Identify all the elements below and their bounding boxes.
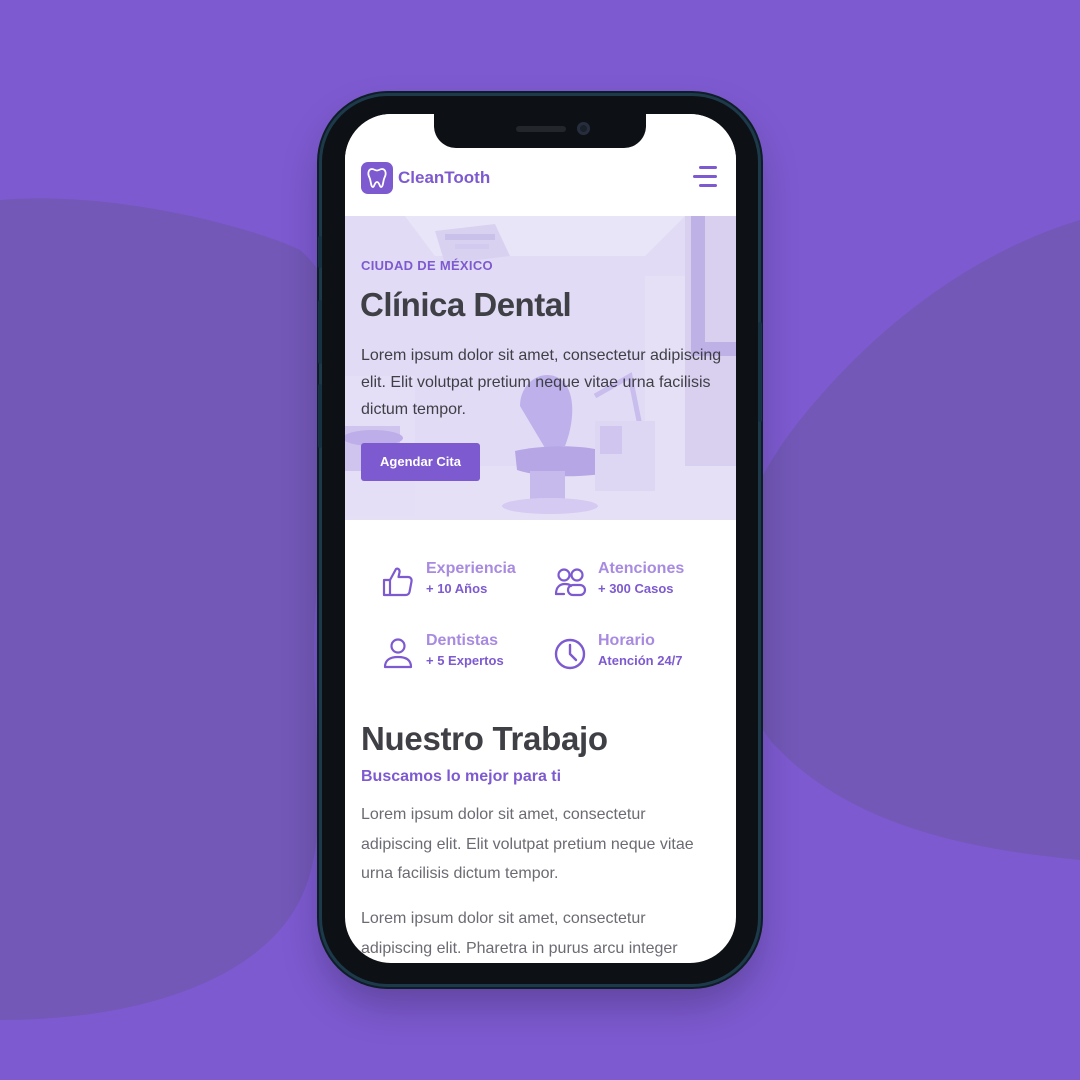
feature-title: Atenciones	[598, 560, 685, 577]
phone-screen: CleanTooth CIUDAD DE MÉXICO Clínica Dent…	[345, 114, 736, 963]
section-paragraph-1: Lorem ipsum dolor sit amet, consectetur …	[361, 806, 694, 882]
brand-name[interactable]: CleanTooth	[398, 168, 490, 188]
section-subtitle: Buscamos lo mejor para ti	[361, 768, 562, 785]
thumbs-up-icon	[382, 567, 413, 597]
feature-attentions: Atenciones + 300 Casos	[552, 560, 712, 604]
clock-icon	[554, 638, 586, 670]
logo[interactable]	[361, 162, 393, 194]
section-title: Nuestro Trabajo	[361, 720, 608, 757]
feature-experience: Experiencia + 10 Años	[380, 560, 540, 604]
feature-subtitle: + 10 Años	[426, 581, 488, 596]
users-icon	[554, 568, 587, 597]
hero-description: Lorem ipsum dolor sit amet, consectetur …	[361, 347, 722, 418]
feature-title: Horario	[598, 632, 655, 649]
phone-volume-up	[318, 300, 322, 364]
hero-title: Clínica Dental	[360, 286, 572, 323]
phone-camera	[577, 122, 590, 135]
feature-title: Experiencia	[426, 560, 516, 577]
feature-schedule: Horario Atención 24/7	[552, 632, 712, 676]
hero-section: CIUDAD DE MÉXICO Clínica Dental Lorem ip…	[345, 216, 736, 520]
feature-dentists: Dentistas + 5 Expertos	[380, 632, 540, 676]
hero-location: CIUDAD DE MÉXICO	[361, 258, 493, 273]
user-icon	[383, 638, 413, 669]
feature-title: Dentistas	[426, 632, 499, 649]
phone-volume-down	[318, 384, 322, 448]
section-paragraph-2: Lorem ipsum dolor sit amet, consectetur …	[361, 904, 731, 963]
tooth-icon	[367, 168, 387, 188]
phone-mute-switch	[318, 236, 322, 268]
phone-speaker	[516, 126, 566, 132]
hamburger-menu-icon[interactable]	[693, 166, 717, 188]
feature-subtitle: + 300 Casos	[598, 581, 674, 596]
phone-power-button	[758, 322, 762, 422]
feature-subtitle: Atención 24/7	[598, 653, 683, 668]
section-paragraph-2-text: Lorem ipsum dolor sit amet, consectetur …	[361, 910, 678, 957]
feature-subtitle: + 5 Expertos	[426, 653, 504, 668]
book-appointment-button[interactable]: Agendar Cita	[361, 443, 480, 481]
